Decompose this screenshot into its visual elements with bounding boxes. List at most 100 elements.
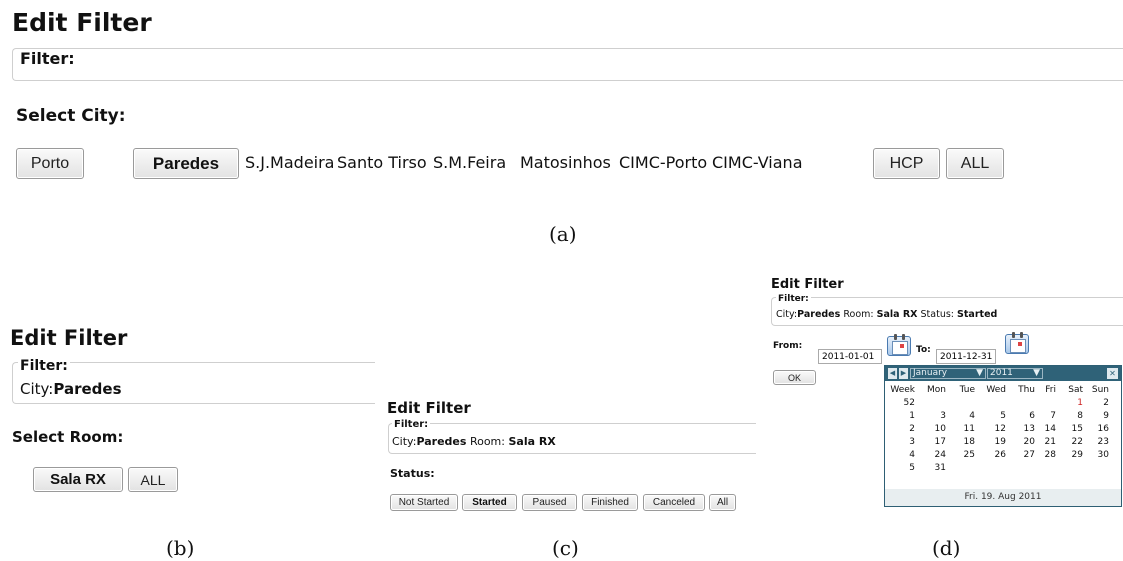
calendar-col-header: Wed	[986, 385, 1006, 395]
calendar-day[interactable]: 25	[947, 450, 975, 460]
panel-a-select-city-label: Select City:	[16, 106, 126, 126]
room-button-sala-rx[interactable]: Sala RX	[33, 467, 123, 492]
calendar-day[interactable]: 10	[918, 424, 946, 434]
city-link-cimc-viana[interactable]: CIMC-Viana	[712, 153, 803, 172]
calendar-col-header: Sun	[1091, 385, 1109, 395]
city-link-cimc-porto[interactable]: CIMC-Porto	[619, 153, 707, 172]
status-button-all[interactable]: All	[709, 494, 736, 511]
filter-city-value: Paredes	[416, 435, 467, 448]
calendar-day[interactable]: 30	[1081, 450, 1109, 460]
month-value: January	[913, 368, 948, 378]
city-button-all[interactable]: ALL	[946, 148, 1004, 179]
month-select[interactable]: January ▼	[910, 368, 986, 379]
calendar-day[interactable]: 7	[1028, 411, 1056, 421]
status-button-started[interactable]: Started	[462, 494, 517, 511]
calendar-day[interactable]: 17	[918, 437, 946, 447]
calendar-col-header: Mon	[927, 385, 946, 395]
panel-d-filter-legend: Filter:	[776, 294, 811, 304]
status-button-finished[interactable]: Finished	[582, 494, 638, 511]
to-calendar-icon[interactable]	[1005, 332, 1029, 354]
calendar-today-footer[interactable]: Fri. 19. Aug 2011	[885, 489, 1121, 506]
year-dropdown-icon: ▼	[1033, 368, 1040, 378]
panel-b-select-room-label: Select Room:	[12, 428, 124, 446]
calendar-col-header: Tue	[959, 385, 975, 395]
to-date-input[interactable]	[936, 349, 996, 364]
calendar-col-header: Fri	[1045, 385, 1056, 395]
filter-city-key: City:	[776, 309, 798, 320]
calendar-day[interactable]: 21	[1028, 437, 1056, 447]
panel-d-title: Edit Filter	[771, 277, 844, 292]
calendar-col-header: Sat	[1068, 385, 1083, 395]
status-button-paused[interactable]: Paused	[522, 494, 577, 511]
panel-a-caption: (a)	[549, 222, 577, 246]
city-button-hcp[interactable]: HCP	[873, 148, 940, 179]
calendar-day[interactable]: 18	[947, 437, 975, 447]
from-label: From:	[773, 341, 803, 351]
calendar-day[interactable]: 3	[918, 411, 946, 421]
calendar-day[interactable]: 23	[1081, 437, 1109, 447]
calendar-day[interactable]: 28	[1028, 450, 1056, 460]
to-label: To:	[916, 345, 931, 355]
ok-button[interactable]: OK	[773, 370, 816, 385]
panel-b-filter-value: City:Paredes	[20, 380, 122, 398]
calendar-week-number: 4	[909, 450, 915, 460]
calendar-week-number: 52	[903, 398, 915, 408]
room-button-all[interactable]: ALL	[128, 467, 178, 492]
panel-b-caption: (b)	[166, 536, 195, 560]
filter-status-key: Status:	[920, 309, 955, 320]
calendar-day[interactable]: 29	[1055, 450, 1083, 460]
from-calendar-icon[interactable]	[887, 334, 911, 356]
calendar-day[interactable]: 2	[1081, 398, 1109, 408]
calendar-day[interactable]: 31	[918, 463, 946, 473]
city-link-matosinhos[interactable]: Matosinhos	[520, 153, 611, 172]
calendar-day[interactable]: 22	[1055, 437, 1083, 447]
next-month-icon[interactable]: ▶	[899, 368, 908, 379]
calendar-day[interactable]: 1	[1055, 398, 1083, 408]
calendar-week-number: 3	[909, 437, 915, 447]
calendar-day[interactable]: 14	[1028, 424, 1056, 434]
from-date-input[interactable]	[818, 349, 882, 364]
status-button-canceled[interactable]: Canceled	[643, 494, 705, 511]
calendar-day[interactable]: 4	[947, 411, 975, 421]
calendar-day[interactable]: 11	[947, 424, 975, 434]
calendar-col-header: Week	[890, 385, 915, 395]
city-link-s-j-madeira[interactable]: S.J.Madeira	[245, 153, 334, 172]
calendar-day[interactable]: 15	[1055, 424, 1083, 434]
panel-c-status-label: Status:	[390, 467, 435, 480]
city-link-s-m-feira[interactable]: S.M.Feira	[433, 153, 506, 172]
filter-room-key: Room:	[843, 309, 874, 320]
panel-b-title: Edit Filter	[10, 326, 128, 350]
year-select[interactable]: 2011 ▼	[987, 368, 1043, 379]
panel-c-caption: (c)	[552, 536, 579, 560]
panel-b-filter-legend: Filter:	[18, 358, 70, 374]
calendar-week-number: 2	[909, 424, 915, 434]
calendar-week-number: 1	[909, 411, 915, 421]
filter-room-value: Sala RX	[876, 309, 918, 320]
close-icon[interactable]: ✕	[1107, 368, 1118, 379]
filter-city-value: Paredes	[53, 380, 122, 398]
prev-month-icon[interactable]: ◀	[888, 368, 897, 379]
calendar-day[interactable]: 16	[1081, 424, 1109, 434]
filter-room-value: Sala RX	[508, 435, 556, 448]
status-button-not-started[interactable]: Not Started	[390, 494, 458, 511]
calendar-day[interactable]: 8	[1055, 411, 1083, 421]
calendar-popup: ◀ ▶ January ▼ 2011 ▼ ✕ Week Mon Tue Wed Thu F…	[884, 365, 1122, 507]
filter-city-key: City:	[20, 380, 54, 398]
panel-c-filter-value: City:Paredes Room: Sala RX	[392, 435, 556, 448]
calendar-day[interactable]: 24	[918, 450, 946, 460]
calendar-day[interactable]: 12	[978, 424, 1006, 434]
panel-a-filter-box	[12, 48, 1123, 81]
panel-a-title: Edit Filter	[12, 8, 152, 37]
month-dropdown-icon: ▼	[976, 368, 983, 378]
calendar-day[interactable]: 26	[978, 450, 1006, 460]
filter-status-value: Started	[957, 309, 998, 320]
calendar-day[interactable]: 5	[978, 411, 1006, 421]
city-button-porto[interactable]: Porto	[16, 148, 84, 179]
panel-d-caption: (d)	[932, 536, 961, 560]
calendar-day[interactable]: 9	[1081, 411, 1109, 421]
panel-a-filter-legend: Filter:	[18, 49, 77, 68]
city-button-paredes[interactable]: Paredes	[133, 148, 239, 179]
calendar-day[interactable]: 19	[978, 437, 1006, 447]
panel-c-title: Edit Filter	[387, 399, 471, 417]
city-link-santo-tirso[interactable]: Santo Tirso	[337, 153, 427, 172]
